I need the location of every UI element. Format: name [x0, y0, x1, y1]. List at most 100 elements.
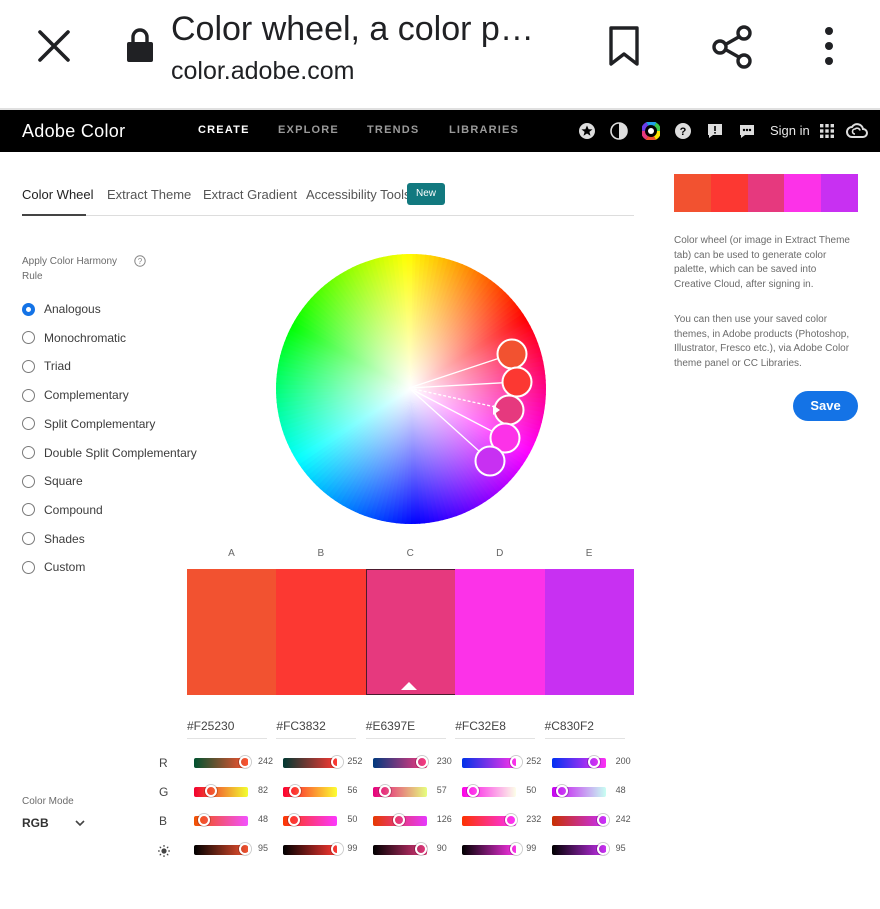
tab-extract-theme[interactable]: Extract Theme	[107, 187, 191, 202]
slider-thumb[interactable]	[239, 843, 252, 855]
creative-cloud-icon[interactable]	[846, 122, 868, 140]
slider-b-a[interactable]	[194, 814, 248, 826]
value-r-c[interactable]: 230	[437, 756, 452, 766]
hex-input-a[interactable]: #F25230	[187, 719, 267, 739]
slider-thumb[interactable]	[415, 843, 428, 855]
radio-button[interactable]	[22, 446, 35, 459]
value-brightness-c[interactable]: 90	[437, 843, 447, 853]
value-g-d[interactable]: 50	[526, 785, 536, 795]
palette-chip-e[interactable]	[821, 174, 859, 212]
harmony-option-compound[interactable]: Compound	[22, 501, 103, 519]
slider-thumb[interactable]	[330, 843, 343, 855]
contrast-icon[interactable]	[610, 122, 628, 140]
slider-thumb[interactable]	[393, 814, 406, 826]
slider-thumb[interactable]	[596, 843, 609, 855]
harmony-option-monochromatic[interactable]: Monochromatic	[22, 329, 126, 347]
radio-button[interactable]	[22, 359, 35, 373]
slider-r-c[interactable]	[372, 756, 428, 768]
radio-button[interactable]	[22, 417, 35, 431]
slider-thumb[interactable]	[378, 785, 391, 797]
help-icon[interactable]: ?	[674, 122, 692, 140]
value-g-e[interactable]: 48	[616, 785, 626, 795]
slider-brightness-c[interactable]	[372, 843, 428, 855]
tab-extract-gradient[interactable]: Extract Gradient	[203, 187, 297, 202]
page-url[interactable]: color.adobe.com	[171, 57, 354, 86]
slider-brightness-b[interactable]	[283, 843, 343, 855]
slider-g-d[interactable]	[462, 785, 517, 797]
save-button[interactable]: Save	[793, 391, 858, 421]
radio-button[interactable]	[22, 388, 35, 402]
value-brightness-d[interactable]: 99	[526, 843, 536, 853]
hex-input-e[interactable]: #C830F2	[544, 719, 625, 739]
harmony-option-custom[interactable]: Custom	[22, 558, 85, 576]
radio-button[interactable]	[22, 474, 35, 488]
wheel-handle-a[interactable]	[496, 338, 528, 370]
slider-r-e[interactable]	[551, 756, 606, 768]
slider-thumb[interactable]	[509, 756, 522, 768]
value-b-b[interactable]: 50	[347, 814, 357, 824]
harmony-option-double-split-complementary[interactable]: Double Split Complementary	[22, 444, 197, 462]
value-b-a[interactable]: 48	[258, 814, 268, 824]
slider-brightness-a[interactable]	[194, 843, 252, 855]
color-mode-select[interactable]: RGB	[22, 816, 49, 830]
value-r-b[interactable]: 252	[347, 756, 362, 766]
nav-libraries[interactable]: LIBRARIES	[449, 124, 519, 136]
nav-explore[interactable]: EXPLORE	[278, 124, 339, 136]
wheel-handle-e[interactable]	[474, 445, 506, 477]
value-b-e[interactable]: 242	[616, 814, 631, 824]
harmony-option-shades[interactable]: Shades	[22, 530, 85, 548]
harmony-option-analogous[interactable]: Analogous	[22, 300, 101, 318]
slider-thumb[interactable]	[587, 756, 600, 768]
slider-thumb[interactable]	[198, 814, 211, 826]
more-vert-icon[interactable]	[818, 26, 840, 66]
harmony-option-triad[interactable]: Triad	[22, 357, 71, 375]
slider-b-d[interactable]	[462, 814, 518, 826]
swatch-a[interactable]	[187, 569, 277, 695]
radio-button[interactable]	[22, 331, 35, 345]
palette-chip-a[interactable]	[674, 174, 711, 212]
slider-g-e[interactable]	[551, 785, 606, 797]
brand-logo[interactable]: Adobe Color	[22, 121, 125, 142]
slider-brightness-e[interactable]	[551, 843, 609, 855]
slider-brightness-d[interactable]	[462, 843, 522, 855]
slider-b-b[interactable]	[283, 814, 338, 826]
harmony-option-split-complementary[interactable]: Split Complementary	[22, 415, 155, 433]
nav-trends[interactable]: TRENDS	[367, 124, 419, 136]
slider-thumb[interactable]	[466, 785, 479, 797]
slider-thumb[interactable]	[205, 785, 218, 797]
slider-thumb[interactable]	[555, 785, 568, 797]
swatch-c[interactable]	[365, 569, 456, 695]
value-brightness-b[interactable]: 99	[347, 843, 357, 853]
color-wheel-icon[interactable]	[642, 122, 660, 140]
swatch-d[interactable]	[455, 569, 546, 695]
slider-thumb[interactable]	[415, 756, 428, 768]
tab-accessibility-tools[interactable]: Accessibility Tools	[306, 187, 411, 202]
value-r-a[interactable]: 242	[258, 756, 273, 766]
value-g-c[interactable]: 57	[437, 785, 447, 795]
slider-r-a[interactable]	[194, 756, 252, 768]
radio-button[interactable]	[22, 532, 35, 546]
chevron-down-icon[interactable]	[74, 818, 86, 828]
slider-thumb[interactable]	[509, 843, 522, 855]
swatch-e[interactable]	[544, 569, 635, 695]
apps-grid-icon[interactable]	[818, 122, 836, 140]
harmony-option-complementary[interactable]: Complementary	[22, 386, 129, 404]
value-r-d[interactable]: 252	[526, 756, 541, 766]
palette-chip-b[interactable]	[710, 174, 748, 212]
hex-input-d[interactable]: #FC32E8	[455, 719, 536, 739]
share-icon[interactable]	[709, 24, 755, 70]
slider-g-c[interactable]	[372, 785, 427, 797]
slider-thumb[interactable]	[330, 756, 343, 768]
swatch-b[interactable]	[276, 569, 367, 695]
value-r-e[interactable]: 200	[616, 756, 631, 766]
radio-button[interactable]	[22, 302, 35, 316]
hex-input-b[interactable]: #FC3832	[276, 719, 357, 739]
slider-thumb[interactable]	[287, 814, 300, 826]
palette-chip-d[interactable]	[784, 174, 822, 212]
page-title[interactable]: Color wheel, a color p…	[171, 10, 534, 49]
slider-thumb[interactable]	[596, 814, 609, 826]
value-brightness-a[interactable]: 95	[258, 843, 268, 853]
sign-in-link[interactable]: Sign in	[770, 123, 810, 138]
slider-thumb[interactable]	[505, 814, 518, 826]
slider-b-c[interactable]	[372, 814, 427, 826]
